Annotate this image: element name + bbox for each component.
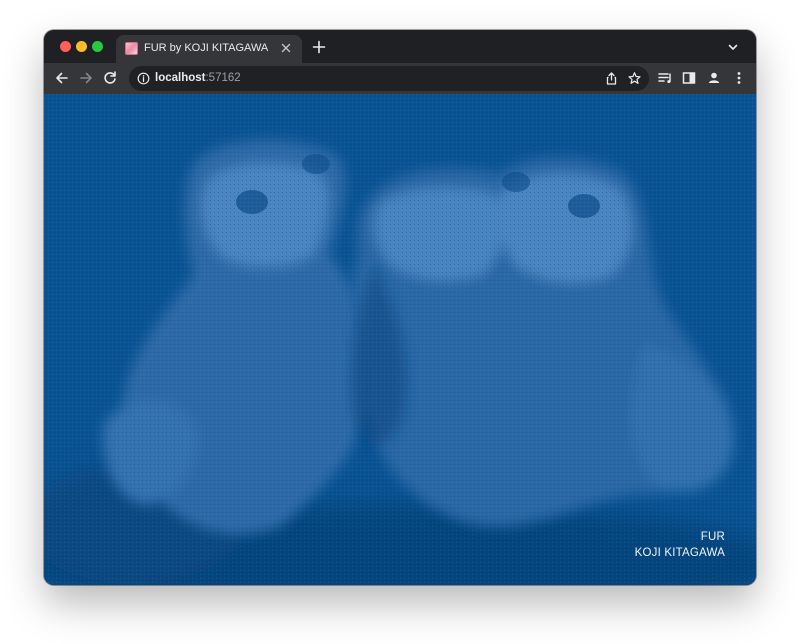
artist-name: KOJI KITAGAWA — [634, 547, 725, 559]
info-icon[interactable] — [137, 72, 150, 85]
profile-button[interactable] — [704, 68, 724, 88]
arrow-right-icon — [80, 72, 92, 84]
tab-strip: FUR by KOJI KITAGAWA — [44, 30, 756, 63]
page-viewport: FUR KOJI KITAGAWA — [44, 94, 756, 585]
star-icon[interactable] — [627, 71, 642, 86]
url-text[interactable]: localhost:57162 — [155, 72, 241, 84]
tab-close-button[interactable] — [278, 40, 294, 56]
url-port: :57162 — [205, 72, 241, 84]
reading-list-button[interactable] — [655, 68, 675, 88]
plus-icon — [312, 40, 326, 54]
artwork-credit: FUR KOJI KITAGAWA — [635, 529, 725, 561]
address-bar[interactable]: localhost:57162 — [129, 66, 649, 91]
window-minimize-button[interactable] — [76, 41, 87, 52]
close-icon — [281, 43, 291, 53]
reload-button[interactable] — [100, 68, 120, 88]
chrome-menu-button[interactable] — [729, 68, 749, 88]
window-close-button[interactable] — [60, 41, 71, 52]
tab-active[interactable]: FUR by KOJI KITAGAWA — [116, 35, 302, 63]
browser-window: FUR by KOJI KITAGAWA localhost:57162 FUR… — [44, 30, 756, 585]
arrow-left-icon — [56, 72, 68, 84]
favicon-icon — [125, 42, 138, 55]
side-panel-button[interactable] — [679, 68, 699, 88]
new-tab-button[interactable] — [310, 38, 328, 56]
tab-search-button[interactable] — [726, 40, 740, 54]
share-icon[interactable] — [604, 71, 619, 86]
tab-title: FUR by KOJI KITAGAWA — [144, 42, 269, 54]
artwork-title: FUR — [700, 531, 725, 543]
side-panel-icon — [682, 72, 696, 84]
reload-icon — [104, 71, 116, 84]
url-host: localhost — [155, 72, 206, 84]
polar-bear-cubs-image — [44, 94, 756, 585]
profile-icon — [708, 72, 720, 83]
chevron-down-icon — [728, 44, 738, 50]
back-button[interactable] — [52, 68, 72, 88]
window-maximize-button[interactable] — [92, 41, 103, 52]
browser-toolbar: localhost:57162 — [44, 63, 756, 94]
reading-list-icon — [658, 73, 671, 84]
forward-button[interactable] — [76, 68, 96, 88]
kebab-menu-icon — [737, 72, 741, 84]
